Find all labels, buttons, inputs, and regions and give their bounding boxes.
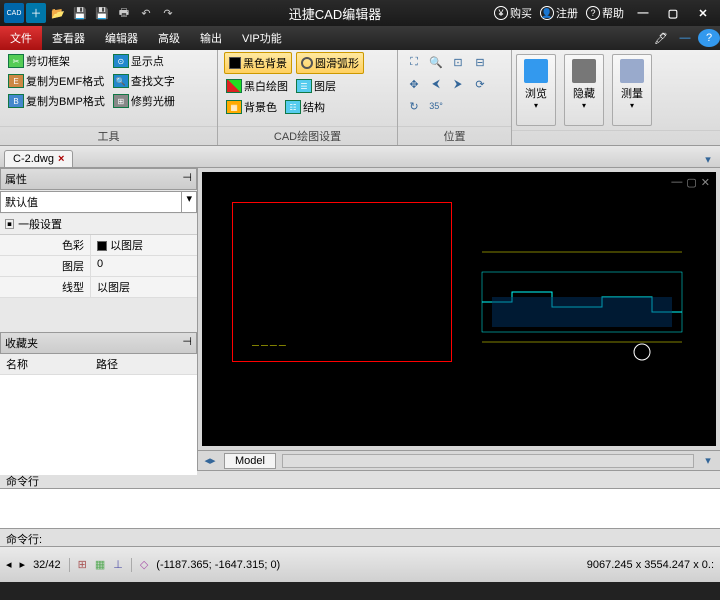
zoom-fit-icon[interactable]: ⛶	[406, 54, 422, 70]
file-tab-strip: C-2.dwg × ▾	[0, 146, 720, 168]
command-prompt[interactable]: 命令行:	[0, 528, 720, 546]
zoom-out-icon[interactable]: ⊟	[472, 54, 488, 70]
file-tab[interactable]: C-2.dwg ×	[4, 150, 73, 167]
group-cad-label: CAD绘图设置	[218, 126, 397, 145]
properties-panel: 属性⊣ 默认值▾ ▣ 一般设置 色彩 以图层 图层0 线型以图层 收藏夹⊣ 名称…	[0, 168, 198, 470]
file-tab-label: C-2.dwg	[13, 153, 54, 165]
undo-icon[interactable]: ↶	[136, 3, 156, 23]
status-bar: ◂ ▸ 32/42 ⊞ ▦ ⊥ ◇ (-1187.365; -1647.315;…	[0, 546, 720, 582]
menu-min-icon[interactable]: —	[674, 29, 696, 47]
canvas-min-icon[interactable]: —	[671, 176, 682, 189]
find-text-button[interactable]: 🔍查找文字	[111, 72, 177, 90]
favorites-header: 收藏夹⊣	[0, 332, 197, 354]
orbit-icon[interactable]: ↻	[406, 98, 422, 114]
maximize-button[interactable]: ▢	[662, 4, 684, 22]
command-output	[0, 488, 720, 528]
h-scrollbar[interactable]	[282, 454, 694, 468]
title-bar: CAD ＋ 📂 💾 💾 🖶 ↶ ↷ 迅捷CAD编辑器 ¥购买 👤注册 ?帮助 —…	[0, 0, 720, 26]
angle-icon[interactable]: 35°	[428, 98, 444, 114]
canvas-close-icon[interactable]: ✕	[701, 176, 710, 189]
canvas-max-icon[interactable]: ▢	[686, 176, 696, 189]
extent-readout: 9067.245 x 3554.247 x 0.:	[587, 559, 714, 571]
file-tab-close-icon[interactable]: ×	[58, 153, 64, 165]
copy-bmp-button[interactable]: B复制为BMP格式	[6, 92, 107, 110]
group-tools-label: 工具	[0, 126, 217, 145]
pin-icon[interactable]: ⊣	[182, 171, 192, 187]
ribbon: ✂剪切框架 E复制为EMF格式 B复制为BMP格式 ⊙显示点 🔍查找文字 ⊞修剪…	[0, 50, 720, 146]
bw-draw-button[interactable]: 黑白绘图	[224, 77, 290, 95]
tab-menu-icon[interactable]: ▾	[700, 151, 716, 167]
menu-editor[interactable]: 编辑器	[95, 26, 148, 50]
menu-advanced[interactable]: 高级	[148, 26, 190, 50]
app-title: 迅捷CAD编辑器	[182, 4, 488, 23]
register-button[interactable]: 👤注册	[540, 5, 578, 21]
bgcolor-button[interactable]: ▦背景色	[224, 98, 279, 116]
open-icon[interactable]: 📂	[48, 3, 68, 23]
app-logo-icon: CAD	[4, 3, 24, 23]
properties-default-combo[interactable]: 默认值▾	[0, 191, 197, 213]
save-icon[interactable]: 💾	[70, 3, 90, 23]
page-indicator: 32/42	[33, 559, 61, 571]
page-nav-left-icon[interactable]: ◂	[6, 558, 12, 571]
menu-bar: 文件 查看器 编辑器 高级 输出 VIP功能 🖊 — ?	[0, 26, 720, 50]
model-nav-icon[interactable]: ◂▸	[202, 453, 218, 469]
show-points-button[interactable]: ⊙显示点	[111, 52, 177, 70]
pan-icon[interactable]: ✥	[406, 76, 422, 92]
menu-file[interactable]: 文件	[0, 26, 42, 50]
saveas-icon[interactable]: 💾	[92, 3, 112, 23]
browse-button[interactable]: 浏览▾	[516, 54, 556, 126]
struct-button[interactable]: ☷结构	[283, 98, 327, 116]
hide-button[interactable]: 隐藏▾	[564, 54, 604, 126]
group-pos-label: 位置	[398, 126, 511, 145]
ortho-icon[interactable]: ⊥	[113, 558, 123, 571]
black-bg-button[interactable]: 黑色背景	[224, 52, 292, 74]
zoom-in-icon[interactable]: 🔍	[428, 54, 444, 70]
model-menu-icon[interactable]: ▾	[700, 453, 716, 469]
chevron-down-icon[interactable]: ▾	[181, 192, 196, 212]
layers-button[interactable]: ☰图层	[294, 77, 338, 95]
print-icon[interactable]: 🖶	[114, 3, 134, 23]
menu-output[interactable]: 输出	[190, 26, 232, 50]
menu-viewer[interactable]: 查看器	[42, 26, 95, 50]
copy-emf-button[interactable]: E复制为EMF格式	[6, 72, 107, 90]
drawing-canvas[interactable]: — ▢ ✕ — — — —	[202, 172, 716, 446]
nav-left-icon[interactable]: ⮜	[428, 76, 444, 92]
new-icon[interactable]: ＋	[26, 3, 46, 23]
redo-icon[interactable]: ↷	[158, 3, 178, 23]
cursor-coords: (-1187.365; -1647.315; 0)	[156, 559, 280, 571]
trim-raster-button[interactable]: ⊞修剪光栅	[111, 92, 177, 110]
buy-button[interactable]: ¥购买	[494, 5, 532, 21]
zoom-window-icon[interactable]: ⊡	[450, 54, 466, 70]
section-general[interactable]: ▣ 一般设置	[0, 214, 197, 235]
smooth-arc-button[interactable]: 圆滑弧形	[296, 52, 364, 74]
properties-header: 属性⊣	[0, 168, 197, 190]
menu-vip[interactable]: VIP功能	[232, 26, 292, 50]
snap-icon[interactable]: ⊞	[78, 558, 87, 571]
measure-button[interactable]: 测量▾	[612, 54, 652, 126]
page-nav-right-icon[interactable]: ▸	[20, 558, 26, 571]
menu-help-icon[interactable]: ?	[698, 29, 720, 47]
minimize-button[interactable]: —	[632, 4, 654, 22]
grid-icon[interactable]: ▦	[95, 558, 105, 571]
pen-icon[interactable]: 🖊	[650, 29, 672, 47]
pin-icon[interactable]: ⊣	[182, 335, 192, 351]
model-tab[interactable]: Model	[224, 453, 276, 469]
crop-frame-button[interactable]: ✂剪切框架	[6, 52, 107, 70]
rotate-icon[interactable]: ⟳	[472, 76, 488, 92]
osnap-icon[interactable]: ◇	[140, 558, 148, 571]
help-button[interactable]: ?帮助	[586, 5, 624, 21]
nav-right-icon[interactable]: ⮞	[450, 76, 466, 92]
close-button[interactable]: ✕	[692, 4, 714, 22]
